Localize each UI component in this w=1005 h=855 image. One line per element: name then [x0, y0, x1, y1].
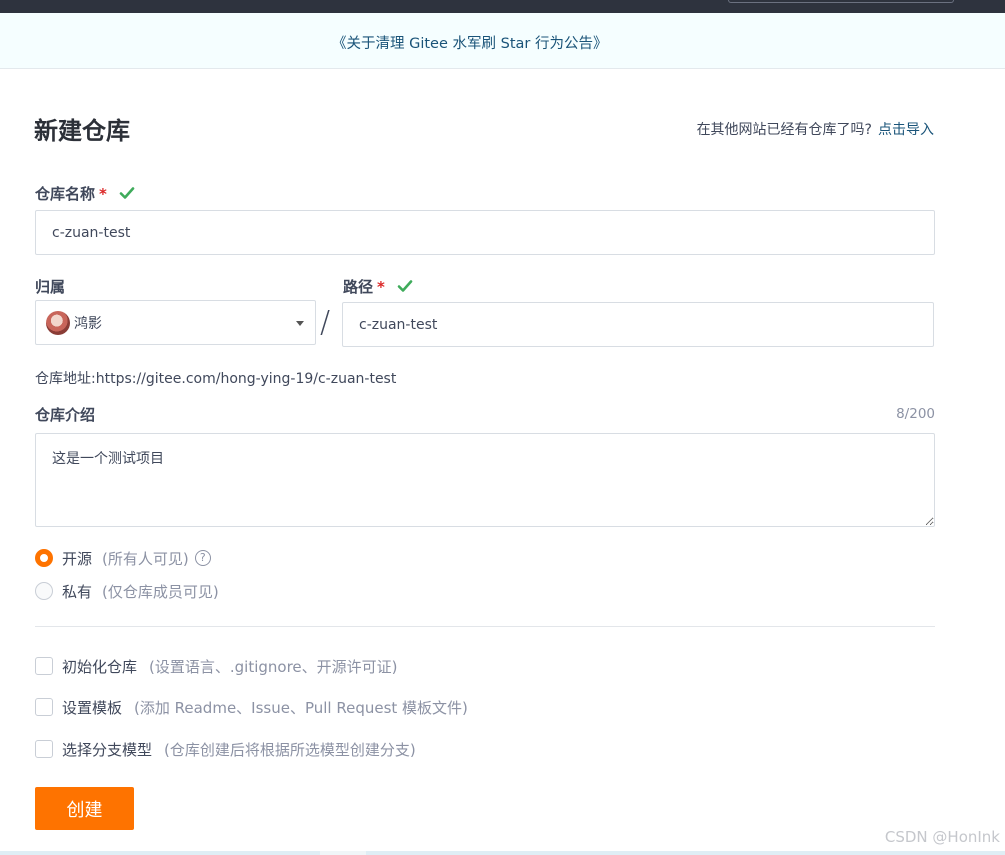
- owner-select[interactable]: 鸿影: [35, 300, 316, 345]
- option-init-repo[interactable]: 初始化仓库 (设置语言、.gitignore、开源许可证): [35, 656, 398, 676]
- navbar-search-box[interactable]: [728, 0, 954, 3]
- divider: [35, 626, 935, 627]
- announcement-bar: 《关于清理 Gitee 水军刷 Star 行为公告》: [0, 13, 1005, 69]
- required-mark: *: [377, 278, 385, 296]
- watermark: CSDN @HonInk: [884, 828, 1000, 846]
- description-label: 仓库介绍: [35, 406, 96, 424]
- import-hint-text: 在其他网站已经有仓库了吗?: [696, 122, 872, 138]
- bottom-strip: [0, 851, 1005, 855]
- option-init-repo-label: 初始化仓库: [62, 657, 138, 676]
- repo-name-input[interactable]: [35, 210, 935, 255]
- checkbox-init-repo[interactable]: [35, 657, 53, 675]
- owner-name: 鸿影: [74, 316, 102, 332]
- check-icon: [119, 187, 135, 199]
- repo-address: 仓库地址:https://gitee.com/hong-ying-19/c-zu…: [35, 371, 397, 387]
- page-title: 新建仓库: [34, 117, 130, 145]
- check-icon: [397, 280, 413, 292]
- caret-down-icon: [296, 321, 304, 326]
- option-branch-model[interactable]: 选择分支模型 (仓库创建后将根据所选模型创建分支): [35, 739, 416, 759]
- path-label: 路径 *: [343, 276, 413, 297]
- option-branch-model-label: 选择分支模型: [62, 740, 153, 759]
- avatar: [46, 311, 70, 335]
- visibility-private-label: 私有: [62, 582, 93, 601]
- checkbox-template[interactable]: [35, 698, 53, 716]
- option-init-repo-note: (设置语言、.gitignore、开源许可证): [149, 657, 398, 676]
- visibility-private-note: (仅仓库成员可见): [102, 582, 219, 601]
- visibility-public-note: (所有人可见): [102, 549, 189, 568]
- visibility-public-option[interactable]: 开源 (所有人可见) ?: [35, 548, 211, 568]
- path-input[interactable]: [342, 302, 934, 347]
- description-counter: 8/200: [896, 406, 935, 422]
- option-template-note: (添加 Readme、Issue、Pull Request 模板文件): [134, 698, 468, 717]
- create-button[interactable]: 创建: [35, 787, 134, 830]
- visibility-public-label: 开源: [62, 549, 93, 568]
- option-template-label: 设置模板: [62, 698, 123, 717]
- radio-public[interactable]: [35, 549, 53, 567]
- repo-name-label: 仓库名称 *: [35, 183, 135, 204]
- option-template[interactable]: 设置模板 (添加 Readme、Issue、Pull Request 模板文件): [35, 697, 468, 717]
- import-hint: 在其他网站已经有仓库了吗? 点击导入: [697, 119, 934, 139]
- path-separator: /: [320, 305, 331, 340]
- announcement-link[interactable]: 《关于清理 Gitee 水军刷 Star 行为公告》: [332, 32, 607, 53]
- path-label-text: 路径: [343, 278, 374, 296]
- owner-label: 归属: [35, 278, 66, 296]
- description-textarea[interactable]: 这是一个测试项目: [35, 433, 935, 527]
- radio-private[interactable]: [35, 582, 53, 600]
- import-link[interactable]: 点击导入: [878, 122, 934, 138]
- option-branch-model-note: (仓库创建后将根据所选模型创建分支): [164, 740, 416, 759]
- required-mark: *: [99, 185, 107, 203]
- visibility-private-option[interactable]: 私有 (仅仓库成员可见): [35, 581, 219, 601]
- help-icon[interactable]: ?: [194, 550, 211, 566]
- top-navbar: [0, 0, 1005, 13]
- repo-name-label-text: 仓库名称: [35, 185, 96, 203]
- checkbox-branch-model[interactable]: [35, 740, 53, 758]
